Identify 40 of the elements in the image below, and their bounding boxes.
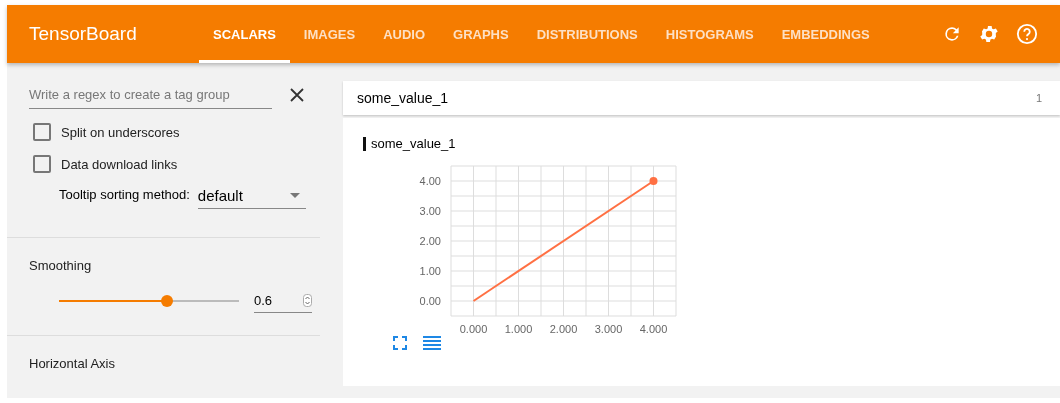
horizontal-axis-label: Horizontal Axis <box>29 356 116 371</box>
y-tick-label: 2.00 <box>419 235 441 247</box>
nav-tab[interactable]: EMBEDDINGS <box>767 5 884 63</box>
y-tick-label: 3.00 <box>419 205 441 217</box>
regex-input-field[interactable]: Write a regex to create a tag group <box>29 81 272 109</box>
x-tick-label: 4.000 <box>639 323 668 335</box>
checkbox-label: Split on underscores <box>61 124 180 140</box>
chart-title: some_value_1 <box>371 136 456 151</box>
y-tick-label: 0.00 <box>419 295 441 307</box>
checkbox-label: Data download links <box>61 156 178 172</box>
tag-group-header[interactable]: some_value_1 1 <box>343 81 1060 115</box>
dropdown-caret-icon <box>289 193 300 198</box>
x-tick-label: 2.000 <box>549 323 578 335</box>
nav-tab[interactable]: IMAGES <box>289 5 370 63</box>
list-icon[interactable] <box>423 336 441 350</box>
nav-tab[interactable]: DISTRIBUTIONS <box>522 5 652 63</box>
app-title: TensorBoard <box>29 23 138 45</box>
checkbox[interactable] <box>33 155 51 173</box>
help-icon[interactable] <box>1016 23 1038 45</box>
refresh-icon[interactable] <box>942 24 962 44</box>
settings-icon[interactable] <box>978 23 1000 45</box>
sorting-dropdown[interactable]: default <box>197 183 306 209</box>
fullscreen-icon[interactable] <box>393 336 407 350</box>
nav-tab[interactable]: HISTOGRAMS <box>651 5 768 63</box>
data-point <box>649 177 658 185</box>
tag-group-title: some_value_1 <box>357 90 449 106</box>
smoothing-input-field[interactable]: 0.6 <box>254 289 312 313</box>
nav-tab[interactable]: AUDIO <box>369 5 440 63</box>
sorting-label: Tooltip sorting method: <box>59 187 190 204</box>
tag-count: 1 <box>1035 92 1042 104</box>
nav-tab[interactable]: GRAPHS <box>439 5 523 63</box>
x-tick-label: 1.000 <box>504 323 533 335</box>
smoothing-label: Smoothing <box>29 258 93 273</box>
y-tick-label: 4.00 <box>419 175 441 187</box>
y-tick-label: 1.00 <box>419 265 441 277</box>
checkbox[interactable] <box>33 123 51 141</box>
x-tick-label: 3.000 <box>594 323 623 335</box>
close-icon[interactable] <box>290 88 304 102</box>
spinner-icon <box>303 294 312 307</box>
x-tick-label: 0.000 <box>459 323 488 335</box>
